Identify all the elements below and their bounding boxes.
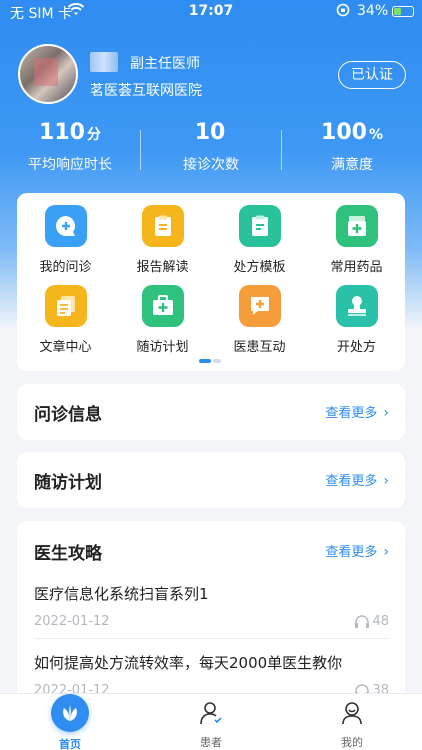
- headphones-icon: [355, 615, 370, 628]
- tab-home[interactable]: 首页: [0, 694, 140, 750]
- tab-label: 患者: [200, 736, 222, 749]
- feature-followup-plan[interactable]: 随访计划: [114, 285, 211, 355]
- stat-value: 10: [194, 120, 226, 145]
- chat-cross-icon: [238, 285, 281, 327]
- view-more-link[interactable]: 查看更多 ›: [325, 470, 389, 489]
- home-leaf-icon: [51, 694, 89, 732]
- view-more-link[interactable]: 查看更多 ›: [325, 541, 389, 560]
- feature-article-center[interactable]: 文章中心: [17, 285, 114, 355]
- view-more-link[interactable]: 查看更多 ›: [325, 402, 389, 421]
- rotation-lock-icon: [336, 3, 350, 17]
- feature-label: 随访计划: [136, 340, 189, 355]
- page-dot-active: [199, 359, 211, 363]
- page-dot: [213, 359, 221, 363]
- stat-consult-count: 10 接诊次数: [141, 120, 281, 174]
- tab-bar: 首页 患者 我的: [0, 693, 422, 750]
- feature-label: 医患互动: [233, 340, 286, 355]
- status-bar: 无 SIM 卡 17:07 34%: [0, 0, 422, 24]
- feature-label: 处方模板: [233, 260, 286, 275]
- article-item[interactable]: 如何提高处方流转效率，每天2000单医生教你 2022-01-12 38: [34, 652, 389, 698]
- tab-patients[interactable]: 患者: [141, 700, 281, 750]
- page-indicator: [199, 359, 223, 363]
- consultation-info-card[interactable]: 问诊信息 查看更多 ›: [17, 384, 405, 440]
- feature-label: 报告解读: [136, 260, 189, 275]
- article-listens: 48: [354, 614, 389, 629]
- doctor-title: 副主任医师: [130, 56, 200, 72]
- article-date: 2022-01-12: [34, 614, 110, 629]
- article-item[interactable]: 医疗信息化系统扫盲系列1 2022-01-12 48: [34, 583, 389, 629]
- chevron-right-icon: ›: [383, 544, 389, 560]
- stat-unit: 分: [86, 127, 101, 143]
- tab-label: 我的: [341, 736, 363, 749]
- stat-response-time: 110 分 平均响应时长: [0, 120, 140, 174]
- profile-icon: [342, 702, 362, 725]
- chat-plus-icon: [44, 205, 87, 247]
- tab-label: 首页: [59, 738, 81, 750]
- stat-value: 100: [321, 120, 367, 145]
- stat-label: 接诊次数: [183, 157, 239, 173]
- feature-doctor-patient-interaction[interactable]: 医患互动: [211, 285, 308, 355]
- battery-percent: 34%: [357, 3, 389, 19]
- stat-value: 110: [39, 120, 85, 145]
- feature-grid: 我的问诊 报告解读 处方模板 常用药品 文章中心 随访计划 医患互动 开处方: [17, 193, 405, 371]
- report-icon: [141, 205, 184, 247]
- feature-label: 文章中心: [39, 340, 92, 355]
- medical-kit-icon: [141, 285, 184, 327]
- followup-plan-card[interactable]: 随访计划 查看更多 ›: [17, 452, 405, 508]
- articles-icon: [44, 285, 87, 327]
- stat-label: 平均响应时长: [28, 157, 112, 173]
- stat-label: 满意度: [331, 157, 373, 173]
- tab-mine[interactable]: 我的: [282, 700, 422, 750]
- hospital-name: 茗医荟互联网医院: [90, 83, 202, 99]
- stamp-icon: [335, 285, 378, 327]
- patient-icon: [200, 702, 222, 725]
- doctor-name-redacted: [90, 52, 118, 72]
- feature-common-medicines[interactable]: 常用药品: [308, 205, 405, 275]
- feature-label: 我的问诊: [39, 260, 92, 275]
- stat-satisfaction: 100% 满意度: [282, 120, 422, 174]
- feature-label: 常用药品: [330, 260, 383, 275]
- divider: [34, 638, 389, 639]
- feature-my-consultation[interactable]: 我的问诊: [17, 205, 114, 275]
- feature-report-reading[interactable]: 报告解读: [114, 205, 211, 275]
- battery-icon: [392, 6, 414, 17]
- avatar[interactable]: [18, 44, 78, 104]
- section-title: 问诊信息: [34, 405, 102, 425]
- clipboard-icon: [238, 205, 281, 247]
- chevron-right-icon: ›: [383, 405, 389, 421]
- chevron-right-icon: ›: [383, 473, 389, 489]
- article-title: 医疗信息化系统扫盲系列1: [34, 585, 209, 603]
- feature-prescription-template[interactable]: 处方模板: [211, 205, 308, 275]
- section-title: 医生攻略: [34, 544, 102, 564]
- section-title: 随访计划: [34, 473, 102, 493]
- verified-badge-button[interactable]: 已认证: [338, 61, 406, 89]
- feature-label: 开处方: [336, 340, 376, 355]
- feature-prescribe[interactable]: 开处方: [308, 285, 405, 355]
- article-title: 如何提高处方流转效率，每天2000单医生教你: [34, 654, 343, 672]
- stat-unit: %: [368, 127, 383, 143]
- medicine-box-icon: [335, 205, 378, 247]
